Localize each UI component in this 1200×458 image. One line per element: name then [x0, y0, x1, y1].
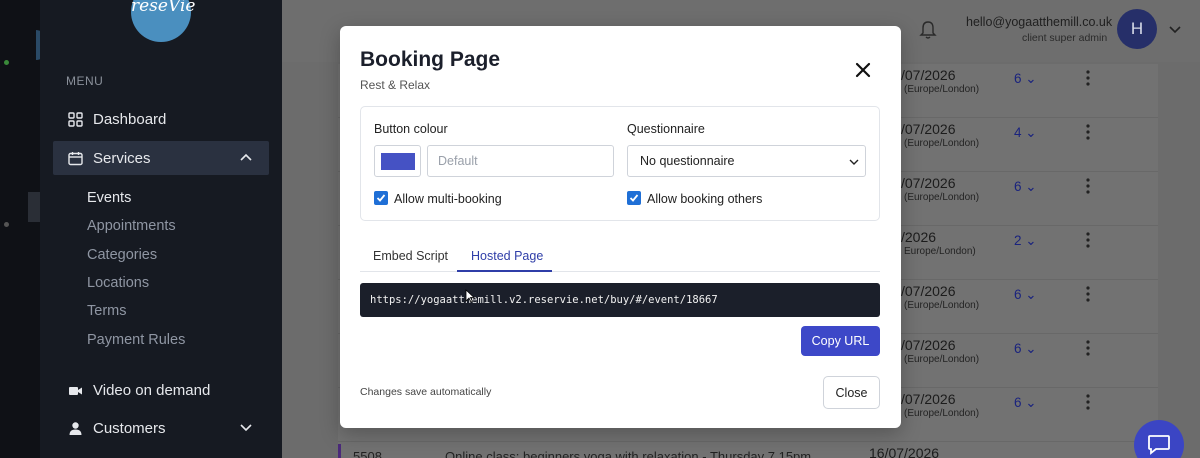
- status-dot: [4, 60, 9, 65]
- more-options-icon[interactable]: [1086, 178, 1090, 194]
- check-icon: [376, 194, 386, 202]
- grid-icon: [67, 111, 83, 127]
- user-email: hello@yogaatthemill.co.uk: [966, 15, 1113, 29]
- attendee-count[interactable]: 6 ⌄: [1014, 179, 1037, 195]
- sidebar-subitem-terms[interactable]: Terms: [87, 303, 126, 319]
- event-timezone: (Europe/London): [904, 84, 980, 95]
- menu-label: MENU: [66, 74, 104, 88]
- user-role: client super admin: [1022, 32, 1108, 44]
- event-date: /07/2026: [901, 175, 956, 191]
- event-timezone: (Europe/London): [904, 408, 980, 419]
- modal-title: Booking Page: [360, 48, 501, 71]
- autosave-hint: Changes save automatically: [360, 386, 492, 398]
- event-date: /2026: [901, 229, 937, 245]
- active-tab-indicator: [457, 270, 552, 272]
- calendar-icon: [67, 150, 83, 166]
- mouse-cursor-icon: [465, 289, 475, 303]
- attendee-count[interactable]: 6 ⌄: [1014, 287, 1037, 303]
- event-date: /07/2026: [901, 121, 956, 137]
- chat-button[interactable]: [1134, 420, 1184, 458]
- attendee-count[interactable]: 6 ⌄: [1014, 341, 1037, 357]
- chevron-up-icon[interactable]: [239, 150, 253, 164]
- colour-picker[interactable]: [374, 145, 421, 177]
- sidebar-item-label: Dashboard: [93, 110, 167, 128]
- event-date: /07/2026: [901, 337, 956, 353]
- event-id: 5508: [353, 449, 382, 458]
- logo[interactable]: reseVie: [131, 0, 195, 42]
- more-options-icon[interactable]: [1086, 232, 1090, 248]
- tab-hosted-page[interactable]: Hosted Page: [471, 249, 543, 263]
- button-colour-input[interactable]: [427, 145, 614, 177]
- sidebar-item-services[interactable]: Services: [53, 141, 269, 175]
- status-dot: [4, 222, 9, 227]
- desktop-edge: [0, 0, 46, 458]
- allow-booking-others-checkbox[interactable]: [627, 191, 641, 205]
- event-timezone: (Europe/London): [904, 138, 980, 149]
- bell-icon[interactable]: [919, 20, 937, 40]
- questionnaire-value: No questionnaire: [640, 154, 735, 168]
- colour-swatch: [381, 153, 415, 170]
- questionnaire-select[interactable]: No questionnaire: [627, 145, 866, 177]
- event-timezone: (Europe/London): [904, 192, 980, 203]
- sidebar-subitem-appointments[interactable]: Appointments: [87, 218, 176, 234]
- settings-panel: Button colour Questionnaire No questionn…: [360, 106, 880, 221]
- video-icon: [67, 382, 83, 398]
- sidebar-item-customers[interactable]: Customers: [53, 411, 269, 445]
- sidebar-subitem-payment-rules[interactable]: Payment Rules: [87, 332, 185, 348]
- event-date: /07/2026: [901, 391, 956, 407]
- more-options-icon[interactable]: [1086, 394, 1090, 410]
- attendee-count[interactable]: 2 ⌄: [1014, 233, 1037, 249]
- sidebar-item-label: Video on demand: [93, 381, 211, 399]
- modal-subtitle: Rest & Relax: [360, 78, 431, 92]
- event-date: /07/2026: [901, 67, 956, 83]
- sidebar-item-label: Services: [93, 149, 151, 167]
- attendee-count[interactable]: 4 ⌄: [1014, 125, 1037, 141]
- sidebar-item-dashboard[interactable]: Dashboard: [53, 102, 269, 136]
- copy-url-button[interactable]: Copy URL: [801, 326, 880, 356]
- event-timezone: (Europe/London): [904, 300, 980, 311]
- event-title[interactable]: Online class: beginners yoga with relaxa…: [445, 449, 811, 458]
- event-timezone: Europe/London): [904, 246, 976, 257]
- sidebar: reseVie MENU Dashboard Services Events A…: [40, 0, 282, 458]
- sidebar-item-video-on-demand[interactable]: Video on demand: [53, 373, 269, 407]
- attendee-count[interactable]: 6 ⌄: [1014, 395, 1037, 411]
- button-colour-label: Button colour: [374, 122, 448, 136]
- scroll-handle[interactable]: [28, 192, 40, 222]
- allow-multi-booking-label[interactable]: Allow multi-booking: [394, 192, 502, 206]
- sidebar-subitem-events[interactable]: Events: [87, 190, 131, 206]
- questionnaire-label: Questionnaire: [627, 122, 705, 136]
- avatar[interactable]: H: [1117, 9, 1157, 49]
- event-date: 16/07/2026: [869, 445, 940, 458]
- chat-icon: [1148, 435, 1170, 455]
- table-row[interactable]: 5508 Online class: beginners yoga with r…: [338, 444, 1158, 458]
- event-timezone: (Europe/London): [904, 354, 980, 365]
- sidebar-subitem-locations[interactable]: Locations: [87, 275, 149, 291]
- more-options-icon[interactable]: [1086, 70, 1090, 86]
- person-icon: [67, 420, 83, 436]
- sidebar-item-label: Customers: [93, 419, 166, 437]
- tab-embed-script[interactable]: Embed Script: [373, 249, 448, 263]
- chevron-down-icon[interactable]: [239, 420, 253, 434]
- chevron-down-icon: [849, 159, 859, 165]
- more-options-icon[interactable]: [1086, 340, 1090, 356]
- attendee-count[interactable]: 6 ⌄: [1014, 71, 1037, 87]
- check-icon: [629, 194, 639, 202]
- tab-bar: Embed Script Hosted Page: [360, 242, 880, 272]
- more-options-icon[interactable]: [1086, 124, 1090, 140]
- allow-booking-others-label[interactable]: Allow booking others: [647, 192, 762, 206]
- booking-page-modal: Booking Page Rest & Relax Button colour …: [340, 26, 901, 428]
- more-options-icon[interactable]: [1086, 286, 1090, 302]
- close-icon[interactable]: [854, 61, 872, 79]
- close-button[interactable]: Close: [823, 376, 880, 409]
- hosted-url-field[interactable]: https://yogaatthemill.v2.reservie.net/bu…: [360, 283, 880, 317]
- event-date: /07/2026: [901, 283, 956, 299]
- allow-multi-booking-checkbox[interactable]: [374, 191, 388, 205]
- chevron-down-icon[interactable]: [1169, 23, 1181, 35]
- sidebar-subitem-categories[interactable]: Categories: [87, 247, 157, 263]
